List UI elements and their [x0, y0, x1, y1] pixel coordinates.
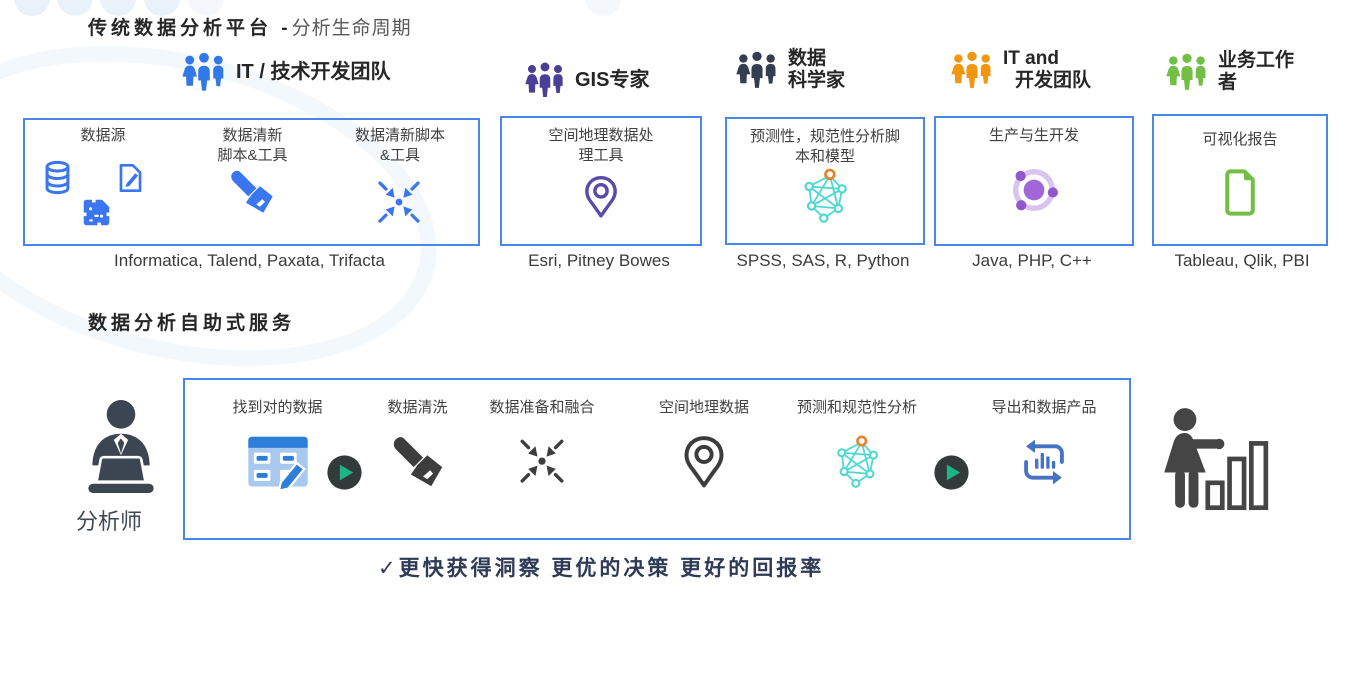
box-label-line2: 理工具	[502, 146, 700, 166]
box-label-line1: 空间地理数据处	[502, 126, 700, 146]
flow-step-data-cleaning: 数据清洗	[375, 396, 460, 490]
paint-brush-icon	[228, 168, 276, 216]
analyst-label: 分析师	[76, 504, 142, 536]
box-label: 可视化报告	[1154, 130, 1326, 150]
decorative-circle	[585, 0, 621, 16]
team-label-line1: 业务工作	[1218, 50, 1294, 72]
flow-step-export-data-products: 导出和数据产品	[977, 396, 1111, 490]
item-label: 数据清新 脚本&工具	[180, 126, 325, 165]
orbit-atom-icon	[936, 162, 1132, 218]
team-label: 数据 科学家	[788, 48, 845, 92]
item-label: 数据源	[33, 126, 173, 146]
team-header-it-dev: IT / 技术开发团队	[181, 50, 390, 94]
analyst-figure: 分析师	[76, 398, 166, 536]
box-label: 生产与生开发	[936, 126, 1132, 146]
tools-box-data-scientist: 预测性，规范性分析脚 本和模型	[725, 117, 925, 245]
team-label-line2: 开发团队	[1003, 70, 1091, 92]
box-item-data-source: 数据源	[33, 120, 173, 244]
selfservice-section-title: 数据分析自助式服务	[88, 308, 295, 335]
step-label: 找到对的数据	[232, 396, 322, 418]
tools-list-it-dev: Informatica, Talend, Paxata, Trifacta	[23, 251, 476, 271]
team-people-icon	[181, 50, 227, 94]
team-header-business-worker: 业务工作 者	[1165, 50, 1294, 94]
location-pin-icon	[502, 173, 700, 221]
team-label-line1: IT and	[1003, 48, 1091, 70]
person-with-bar-chart-icon	[1158, 406, 1270, 514]
flow-step-geospatial-data: 空间地理数据	[648, 396, 760, 490]
traditional-section-title: 传统数据分析平台 -分析生命周期	[88, 13, 412, 40]
box-label-line1: 生产与生开发	[936, 126, 1132, 146]
team-label: IT and 开发团队	[1003, 48, 1091, 92]
team-header-gis: GIS专家	[524, 60, 649, 100]
slide-canvas: 传统数据分析平台 -分析生命周期 IT / 技术开发团队	[0, 0, 1357, 681]
tools-box-it-dev: 数据源	[23, 118, 480, 246]
box-label-line1: 预测性，规范性分析脚	[727, 127, 923, 147]
database-icon	[43, 160, 72, 195]
team-header-data-scientist: 数据 科学家	[735, 48, 845, 92]
box-item-cleaning-scripts: 数据清新脚本 &工具	[330, 120, 470, 244]
title-bold: 传统数据分析平台 -	[88, 18, 292, 39]
report-document-icon	[1154, 168, 1326, 217]
network-graph-icon	[832, 434, 882, 488]
circuit-chip-icon	[81, 197, 112, 228]
team-label: 业务工作 者	[1218, 50, 1294, 94]
box-item-cleaning-tools: 数据清新 脚本&工具	[180, 120, 325, 244]
team-people-icon	[524, 60, 566, 100]
play-icon	[326, 454, 363, 491]
team-label: GIS专家	[575, 69, 649, 92]
box-label: 预测性，规范性分析脚 本和模型	[727, 127, 923, 166]
step-label: 数据准备和融合	[489, 396, 594, 418]
item-label-line1: 数据清新	[180, 126, 325, 146]
benefit-statement: ✓更快获得洞察 更优的决策 更好的回报率	[378, 552, 824, 582]
team-people-icon	[1165, 51, 1209, 93]
location-pin-icon	[683, 434, 725, 490]
box-label-line2: 本和模型	[727, 147, 923, 167]
play-icon	[933, 454, 970, 491]
flow-step-find-data: 找到对的数据	[215, 396, 340, 492]
export-cycle-chart-icon	[1013, 434, 1075, 490]
tools-list-it-and-dev: Java, PHP, C++	[934, 251, 1130, 271]
tools-box-business-worker: 可视化报告	[1152, 114, 1328, 246]
item-label-line1: 数据源	[33, 126, 173, 146]
team-label: IT / 技术开发团队	[236, 61, 390, 84]
item-label-line1: 数据清新脚本	[330, 126, 470, 146]
document-edit-icon	[117, 162, 144, 194]
team-header-it-and-dev: IT and 开发团队	[950, 48, 1091, 92]
flow-step-data-prep-blend: 数据准备和融合	[483, 396, 601, 486]
item-label-line2: &工具	[330, 146, 470, 166]
decorative-circle	[14, 0, 50, 16]
tools-box-gis: 空间地理数据处 理工具	[500, 116, 702, 246]
title-bold: 数据分析自助式服务	[88, 313, 295, 334]
converge-arrows-icon	[374, 176, 424, 226]
tools-list-business-worker: Tableau, Qlik, PBI	[1152, 251, 1332, 271]
analyst-at-laptop-icon	[76, 398, 166, 496]
flow-step-predictive-analytics: 预测和规范性分析	[783, 396, 931, 488]
step-label: 空间地理数据	[659, 396, 749, 418]
selfservice-flow-box: 找到对的数据 数据清洗	[183, 378, 1131, 540]
team-label-line2: 科学家	[788, 70, 845, 92]
tools-list-data-scientist: SPSS, SAS, R, Python	[725, 251, 921, 271]
team-label-line2: 者	[1218, 72, 1294, 94]
paint-brush-icon	[390, 434, 446, 490]
item-label: 数据清新脚本 &工具	[330, 126, 470, 165]
box-label-line1: 可视化报告	[1154, 130, 1326, 150]
step-label: 数据清洗	[387, 396, 447, 418]
title-rest: 分析生命周期	[292, 18, 412, 39]
team-people-icon	[950, 49, 994, 91]
team-label-line1: 数据	[788, 48, 845, 70]
tools-list-gis: Esri, Pitney Bowes	[500, 251, 698, 271]
team-people-icon	[735, 49, 779, 91]
box-label: 空间地理数据处 理工具	[502, 126, 700, 165]
data-table-edit-icon	[246, 434, 310, 492]
tools-box-it-and-dev: 生产与生开发	[934, 116, 1134, 246]
network-graph-icon	[727, 167, 923, 223]
step-label: 导出和数据产品	[991, 396, 1096, 418]
item-label-line2: 脚本&工具	[180, 146, 325, 166]
step-label: 预测和规范性分析	[797, 396, 917, 418]
converge-arrows-icon	[516, 434, 568, 486]
